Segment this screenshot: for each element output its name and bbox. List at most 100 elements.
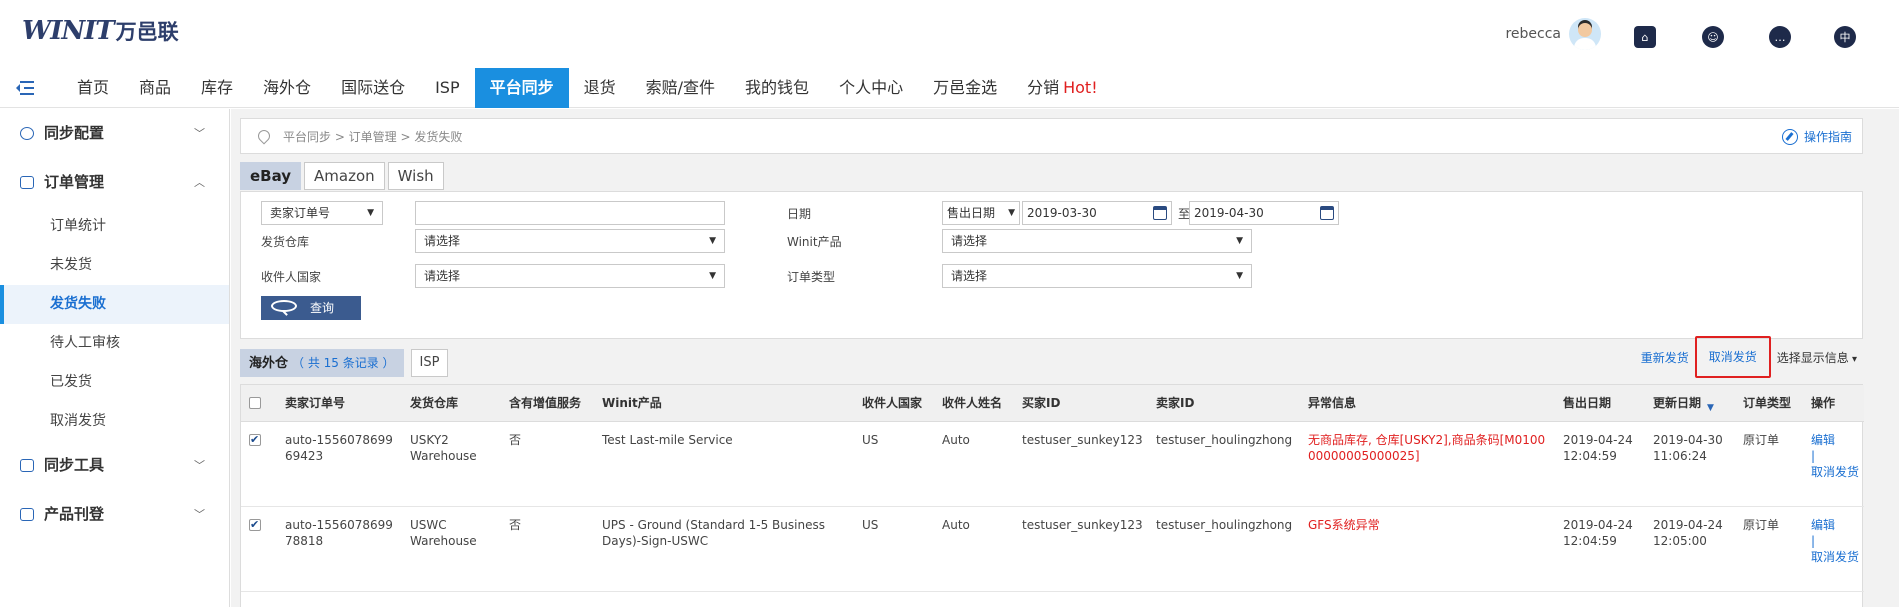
winit-product-select[interactable]: 请选择 ▼ bbox=[942, 229, 1252, 253]
order-number-input[interactable] bbox=[415, 201, 725, 225]
select-value: 售出日期 bbox=[947, 206, 996, 220]
cancel-shipment-link[interactable]: 取消发货 bbox=[1811, 549, 1860, 565]
user-name[interactable]: rebecca bbox=[1505, 26, 1561, 42]
tab-ebay[interactable]: eBay bbox=[240, 162, 302, 190]
winit-logo[interactable]: WINIT 万邑联 bbox=[22, 14, 179, 48]
cell-updated-date: 2019-04-24 12:05:00 bbox=[1645, 506, 1735, 592]
user-menu[interactable]: rebecca bbox=[1505, 18, 1601, 50]
nav-item-claims[interactable]: 索赔/查件 bbox=[631, 68, 730, 108]
cancel-shipment-button[interactable]: 取消发货 bbox=[1694, 336, 1771, 378]
nav-item-winit-select[interactable]: 万邑金选 bbox=[918, 68, 1012, 108]
table-header-row: 卖家订单号 发货仓库 含有增值服务 Winit产品 收件人国家 收件人姓名 买家… bbox=[241, 385, 1864, 422]
calendar-icon[interactable] bbox=[1153, 206, 1167, 220]
caret-down-icon: ▼ bbox=[1236, 236, 1243, 246]
sidebar-group-label: 同步工具 bbox=[44, 456, 105, 474]
column-header[interactable]: 卖家订单号 bbox=[277, 385, 402, 422]
warehouse-select[interactable]: 请选择 ▼ bbox=[415, 229, 725, 253]
edit-link[interactable]: 编辑 bbox=[1811, 517, 1860, 533]
column-header[interactable]: 订单类型 bbox=[1735, 385, 1803, 422]
sidebar-group-order-management[interactable]: 订单管理 ︿ bbox=[0, 158, 229, 207]
column-header[interactable]: 买家ID bbox=[1014, 385, 1148, 422]
date-from-input[interactable]: 2019-03-30 bbox=[1022, 201, 1172, 225]
sidebar-group-label: 订单管理 bbox=[44, 173, 105, 191]
edit-link[interactable]: 编辑 bbox=[1811, 432, 1860, 448]
reship-button[interactable]: 重新发货 bbox=[1635, 349, 1695, 366]
order-number-type-select[interactable]: 卖家订单号 ▼ bbox=[261, 201, 383, 225]
location-pin-icon bbox=[255, 127, 273, 145]
cell-sold-date: 2019-04-24 12:04:59 bbox=[1555, 421, 1645, 507]
nav-item-inventory[interactable]: 库存 bbox=[186, 68, 248, 108]
cancel-shipment-link[interactable]: 取消发货 bbox=[1811, 464, 1860, 480]
column-header[interactable]: Winit产品 bbox=[594, 385, 854, 422]
menu-collapse-icon[interactable] bbox=[16, 80, 34, 96]
date-type-select[interactable]: 售出日期 ▼ bbox=[942, 201, 1020, 225]
nav-item-returns[interactable]: 退货 bbox=[569, 68, 631, 108]
nav-item-home[interactable]: 首页 bbox=[62, 68, 124, 108]
sidebar-item-unshipped[interactable]: 未发货 bbox=[0, 246, 229, 285]
avatar[interactable] bbox=[1569, 18, 1601, 50]
display-columns-dropdown[interactable]: 选择显示信息 bbox=[1771, 349, 1863, 366]
column-header-sortable[interactable]: 更新日期 ▼ bbox=[1645, 385, 1735, 422]
nav-item-wallet[interactable]: 我的钱包 bbox=[730, 68, 824, 108]
nav-item-products[interactable]: 商品 bbox=[124, 68, 186, 108]
cell-error: GFS系统异常 bbox=[1300, 506, 1555, 592]
row-checkbox[interactable] bbox=[249, 517, 261, 533]
date-to-input[interactable]: 2019-04-30 bbox=[1189, 201, 1339, 225]
row-select-cell bbox=[241, 506, 277, 592]
search-icon bbox=[271, 300, 297, 312]
tab-amazon[interactable]: Amazon bbox=[304, 162, 385, 190]
language-icon[interactable]: 中 bbox=[1834, 26, 1856, 48]
nav-item-personal-center[interactable]: 个人中心 bbox=[824, 68, 918, 108]
nav-item-overseas-warehouse[interactable]: 海外仓 bbox=[248, 68, 326, 108]
nav-item-platform-sync[interactable]: 平台同步 bbox=[474, 68, 569, 108]
column-header-label: 更新日期 bbox=[1653, 396, 1702, 411]
sidebar-group-label: 产品刊登 bbox=[44, 505, 105, 523]
chevron-down-icon: ﹀ bbox=[194, 508, 205, 521]
sort-desc-icon[interactable]: ▼ bbox=[1707, 403, 1714, 413]
calendar-icon[interactable] bbox=[1320, 206, 1334, 220]
sidebar-item-shipped[interactable]: 已发货 bbox=[0, 363, 229, 402]
nav-item-distribution[interactable]: 分销 Hot! bbox=[1012, 68, 1113, 108]
ops-separator: | bbox=[1811, 533, 1816, 548]
sidebar-group-product-listing[interactable]: 产品刊登 ﹀ bbox=[0, 490, 229, 539]
cell-seller-id: testuser_houlingzhong bbox=[1148, 506, 1300, 592]
column-header[interactable]: 收件人姓名 bbox=[934, 385, 1014, 422]
tab-isp[interactable]: ISP bbox=[410, 349, 449, 377]
support-agent-icon[interactable]: ☺ bbox=[1702, 26, 1724, 48]
sidebar-item-ship-failed[interactable]: 发货失败 bbox=[0, 285, 229, 324]
platform-tabs: eBay Amazon Wish bbox=[240, 162, 444, 192]
tab-wish[interactable]: Wish bbox=[387, 162, 444, 190]
cell-recipient: Auto bbox=[934, 506, 1014, 592]
column-header[interactable]: 异常信息 bbox=[1300, 385, 1555, 422]
nav-item-intl-shipping[interactable]: 国际送仓 bbox=[326, 68, 420, 108]
column-header[interactable]: 卖家ID bbox=[1148, 385, 1300, 422]
chat-icon[interactable]: … bbox=[1769, 26, 1791, 48]
sidebar-item-order-stats[interactable]: 订单统计 bbox=[0, 207, 229, 246]
column-header[interactable]: 发货仓库 bbox=[402, 385, 501, 422]
cell-order-no: auto-155607869978818 bbox=[277, 506, 402, 592]
cell-country: US bbox=[854, 506, 934, 592]
recipient-country-select[interactable]: 请选择 ▼ bbox=[415, 264, 725, 288]
order-type-select[interactable]: 请选择 ▼ bbox=[942, 264, 1252, 288]
home-upload-icon[interactable]: ⌂ bbox=[1634, 26, 1656, 48]
caret-down-icon: ▼ bbox=[1008, 208, 1015, 218]
column-header[interactable]: 含有增值服务 bbox=[501, 385, 594, 422]
column-header[interactable]: 收件人国家 bbox=[854, 385, 934, 422]
query-button[interactable]: 查询 bbox=[261, 296, 361, 320]
cell-warehouse: USWC Warehouse bbox=[402, 506, 501, 592]
tab-overseas-warehouse[interactable]: 海外仓（ 共 15 条记录 ） bbox=[240, 349, 404, 377]
sidebar-item-cancelled[interactable]: 取消发货 bbox=[0, 402, 229, 441]
sidebar-group-sync-config[interactable]: 同步配置 ﹀ bbox=[0, 109, 229, 158]
select-all-checkbox[interactable] bbox=[249, 397, 261, 410]
compass-icon bbox=[1781, 129, 1798, 145]
operation-guide-label: 操作指南 bbox=[1803, 130, 1852, 144]
sidebar-group-sync-tools[interactable]: 同步工具 ﹀ bbox=[0, 441, 229, 490]
list-icon bbox=[20, 176, 34, 189]
sidebar-item-manual-review[interactable]: 待人工审核 bbox=[0, 324, 229, 363]
operation-guide-link[interactable]: 操作指南 bbox=[1781, 119, 1852, 155]
sidebar-group-label: 同步配置 bbox=[44, 124, 105, 142]
row-checkbox[interactable] bbox=[249, 432, 261, 448]
nav-item-isp[interactable]: ISP bbox=[420, 68, 475, 108]
column-header[interactable]: 售出日期 bbox=[1555, 385, 1645, 422]
cell-vas: 否 bbox=[501, 506, 594, 592]
